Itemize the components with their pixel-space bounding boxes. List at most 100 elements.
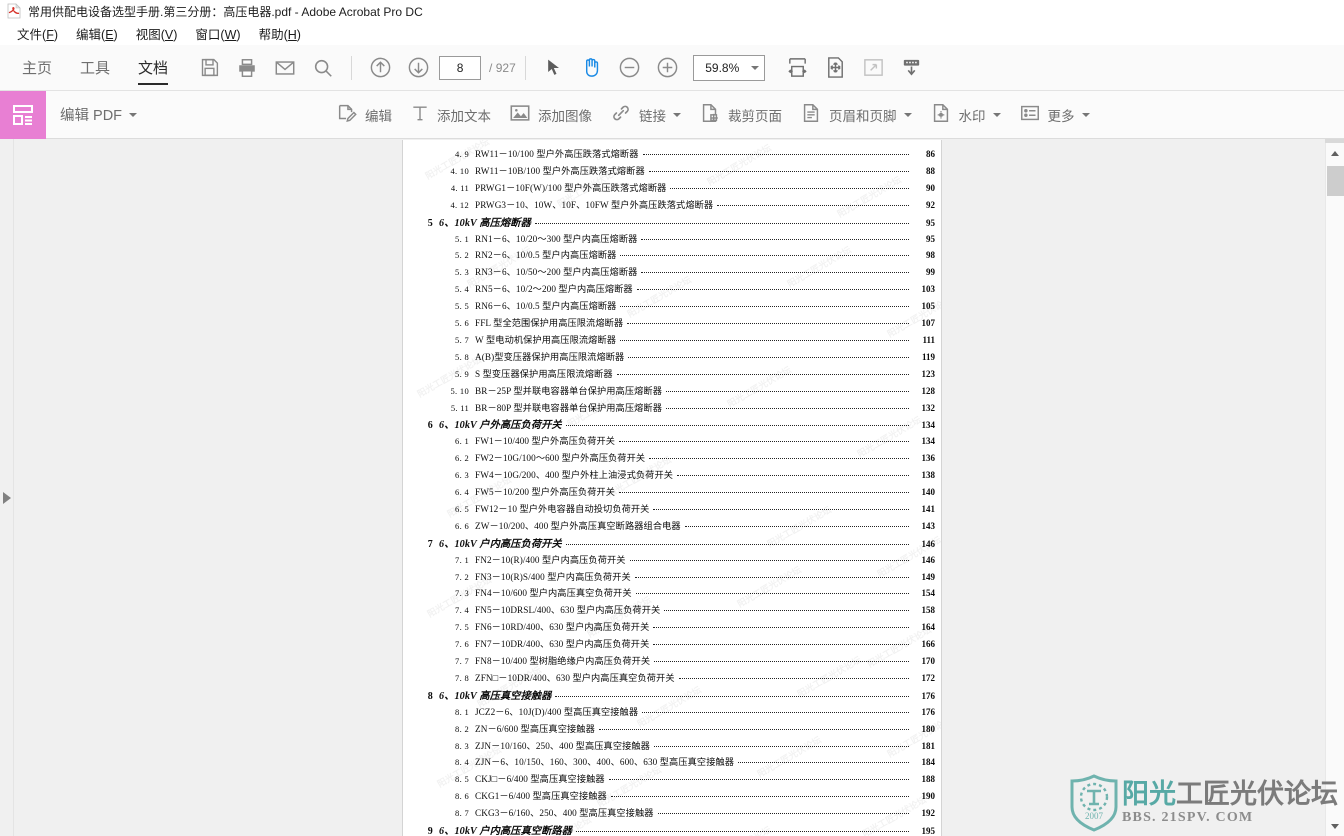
toc-entry[interactable]: 7 6、10kV 户内高压负荷开关 146 <box>403 535 941 552</box>
search-icon[interactable] <box>304 49 342 87</box>
toc-entry[interactable]: 5. 8 A(B)型变压器保护用高压限流熔断器 119 <box>403 349 941 366</box>
header-footer-button[interactable]: 页眉和页脚 <box>791 91 921 139</box>
toc-entry[interactable]: 5. 10 BR－25P 型并联电容器单台保护用高压熔断器 128 <box>403 383 941 400</box>
menu-window[interactable]: 窗口(W) <box>186 22 249 45</box>
arrow-down-circle-icon[interactable] <box>399 49 437 87</box>
chevron-right-icon[interactable] <box>3 492 11 504</box>
toc-entry[interactable]: 7. 4 FN5－10DRSL/400、630 型户内高压负荷开关 158 <box>403 602 941 619</box>
toc-entry[interactable]: 8. 1 JCZ2－6、10J(D)/400 型高压真空接触器 176 <box>403 704 941 721</box>
toc-entry[interactable]: 5. 11 BR－80P 型并联电容器单台保护用高压熔断器 132 <box>403 400 941 417</box>
toc-entry[interactable]: 4. 11 PRWG1－10F(W)/100 型户外高压跌落式熔断器 90 <box>403 180 941 197</box>
toc-entry[interactable]: 8. 3 ZJN－10/160、250、400 型高压真空接触器 181 <box>403 738 941 755</box>
toc-entry[interactable]: 5. 6 FFL 型全范围保护用高压限流熔断器 107 <box>403 315 941 332</box>
add-image-button[interactable]: 添加图像 <box>500 91 601 139</box>
tab-document[interactable]: 文档 <box>124 45 182 91</box>
main-toolbar: 主页 工具 文档 8 / 927 59.8% <box>0 45 1344 91</box>
menu-edit[interactable]: 编辑(E) <box>67 22 127 45</box>
toc-entry-number: 7. 1 <box>455 554 469 565</box>
edit-button[interactable]: 编辑 <box>327 91 401 139</box>
more-button[interactable]: 更多 <box>1010 91 1099 139</box>
cursor-arrow-icon[interactable] <box>535 49 573 87</box>
toc-entry[interactable]: 7. 7 FN8－10/400 型树脂绝缘户内高压负荷开关 170 <box>403 653 941 670</box>
toc-entry[interactable]: 7. 8 ZFN□－10DR/400、630 型户内高压真空负荷开关 172 <box>403 670 941 687</box>
vertical-scrollbar[interactable] <box>1325 139 1344 836</box>
toc-entry[interactable]: 6. 1 FW1－10/400 型户外高压负荷开关 134 <box>403 433 941 450</box>
navigation-pane-collapsed[interactable] <box>0 139 14 836</box>
toc-entry[interactable]: 4. 9 RW11－10/100 型户外高压跌落式熔断器 86 <box>403 146 941 163</box>
minus-circle-icon[interactable] <box>611 49 649 87</box>
toc-entry[interactable]: 6. 4 FW5－10/200 型户外高压负荷开关 140 <box>403 484 941 501</box>
scroll-up-button[interactable] <box>1326 143 1344 163</box>
page-number-input[interactable]: 8 <box>439 55 482 80</box>
email-icon[interactable] <box>266 49 304 87</box>
toc-entry[interactable]: 8. 5 CKJ□－6/400 型高压真空接触器 188 <box>403 771 941 788</box>
toc-entry-page: 176 <box>921 706 936 717</box>
page-scroll-area[interactable]: 4. 9 RW11－10/100 型户外高压跌落式熔断器 86 4. 10 RW11－1… <box>14 139 1325 836</box>
toc-leader-dots <box>666 407 909 409</box>
fit-width-icon[interactable] <box>779 49 817 87</box>
toc-leader-dots <box>610 796 909 798</box>
tab-home[interactable]: 主页 <box>8 45 66 91</box>
toc-entry[interactable]: 5. 5 RN6－6、10/0.5 型户内高压熔断器 105 <box>403 298 941 315</box>
toc-entry[interactable]: 6. 5 FW12－10 型户外电容器自动投切负荷开关 141 <box>403 501 941 518</box>
toc-entry[interactable]: 5 6、10kV 高压熔断器 95 <box>403 214 941 231</box>
toc-entry[interactable]: 5. 3 RN3－6、10/50～200 型户内高压熔断器 99 <box>403 264 941 281</box>
toc-leader-dots <box>738 762 909 764</box>
watermark-button[interactable]: 水印 <box>921 91 1010 139</box>
add-text-button[interactable]: 添加文本 <box>401 91 500 139</box>
menu-file[interactable]: 文件(F) <box>8 22 67 45</box>
crop-page-button[interactable]: 裁剪页面 <box>690 91 791 139</box>
toc-entry-title: FN4－10/600 型户内高压真空负荷开关 <box>475 588 632 599</box>
toc-entry-number: 6. 4 <box>455 487 469 497</box>
toc-entry[interactable]: 6 6、10kV 户外高压负荷开关 134 <box>403 416 941 433</box>
toc-entry-number: 8. 1 <box>455 706 469 717</box>
link-button[interactable]: 链接 <box>601 91 690 139</box>
header-footer-button-label: 页眉和页脚 <box>829 108 897 124</box>
edit-pdf-title[interactable]: 编辑 PDF <box>60 104 138 125</box>
toc-entry[interactable]: 7. 2 FN3－10(R)S/400 型户内高压负荷开关 149 <box>403 569 941 586</box>
scrollbar-thumb[interactable] <box>1327 166 1344 196</box>
menu-help[interactable]: 帮助(H) <box>250 22 310 45</box>
toc-leader-dots <box>653 745 909 747</box>
toc-entry[interactable]: 9 6、10kV 户内高压真空断路器 195 <box>403 822 941 836</box>
toc-entry[interactable]: 7. 5 FN6－10RD/400、630 型户内高压负荷开关 164 <box>403 619 941 636</box>
toc-entry[interactable]: 5. 9 S 型变压器保护用高压限流熔断器 123 <box>403 366 941 383</box>
toc-entry[interactable]: 5. 4 RN5－6、10/2～200 型户内高压熔断器 103 <box>403 281 941 298</box>
tab-tools[interactable]: 工具 <box>66 45 124 91</box>
arrow-up-circle-icon[interactable] <box>361 49 399 87</box>
toc-entry[interactable]: 8 6、10kV 高压真空接触器 176 <box>403 687 941 704</box>
toc-entry[interactable]: 5. 7 W 型电动机保护用高压限流熔断器 111 <box>403 332 941 349</box>
toc-entry[interactable]: 7. 6 FN7－10DR/400、630 型户内高压负荷开关 166 <box>403 636 941 653</box>
toc-entry-title: ZJN－6、10/150、160、300、400、600、630 型高压真空接触… <box>475 757 735 768</box>
hand-icon[interactable] <box>573 49 611 87</box>
toc-leader-dots <box>684 525 909 527</box>
save-icon[interactable] <box>190 49 228 87</box>
toc-entry-title: FFL 型全范围保护用高压限流熔断器 <box>475 318 624 328</box>
scroll-down-button[interactable] <box>1326 816 1344 836</box>
toc-entry[interactable]: 4. 12 PRWG3－10、10W、10F、10FW 型户外高压跌落式熔断器 92 <box>403 197 941 214</box>
toc-entry[interactable]: 7. 1 FN2－10(R)/400 型户内高压负荷开关 146 <box>403 552 941 569</box>
toc-entry[interactable]: 8. 6 CKG1－6/400 型高压真空接触器 190 <box>403 788 941 805</box>
toc-entry[interactable]: 4. 10 RW11－10B/100 型户外高压跌落式熔断器 88 <box>403 163 941 180</box>
toc-leader-dots <box>629 559 909 561</box>
toc-entry[interactable]: 6. 2 FW2－10G/100～600 型户外高压负荷开关 136 <box>403 450 941 467</box>
toc-entry-page: 158 <box>921 605 936 616</box>
toc-leader-dots <box>666 390 909 392</box>
toc-entry[interactable]: 7. 3 FN4－10/600 型户内高压真空负荷开关 154 <box>403 585 941 602</box>
toc-entry[interactable]: 6. 6 ZW－10/200、400 型户外高压真空断路器组合电器 143 <box>403 518 941 535</box>
menu-view[interactable]: 视图(V) <box>127 22 187 45</box>
toc-entry[interactable]: 5. 1 RN1－6、10/20～300 型户内高压熔断器 95 <box>403 231 941 248</box>
fit-page-icon[interactable] <box>817 49 855 87</box>
toc-entry[interactable]: 8. 7 CKG3－6/160、250、400 型高压真空接触器 192 <box>403 805 941 822</box>
full-screen-icon[interactable] <box>855 49 893 87</box>
toc-entry[interactable]: 8. 2 ZN－6/600 型高压真空接触器 180 <box>403 721 941 738</box>
edit-pdf-tool-icon[interactable] <box>0 90 46 139</box>
zoom-level-combobox[interactable]: 59.8% <box>692 54 765 81</box>
scroll-down-icon[interactable] <box>893 49 931 87</box>
toc-entry[interactable]: 6. 3 FW4－10G/200、400 型户外柱上油浸式负荷开关 138 <box>403 467 941 484</box>
toc-entry[interactable]: 8. 4 ZJN－6、10/150、160、300、400、600、630 型高压… <box>403 754 941 771</box>
print-icon[interactable] <box>228 49 266 87</box>
plus-circle-icon[interactable] <box>649 49 687 87</box>
toc-entry[interactable]: 5. 2 RN2－6、10/0.5 型户内高压熔断器 98 <box>403 247 941 264</box>
toc-entry-number: 8. 2 <box>455 723 469 734</box>
